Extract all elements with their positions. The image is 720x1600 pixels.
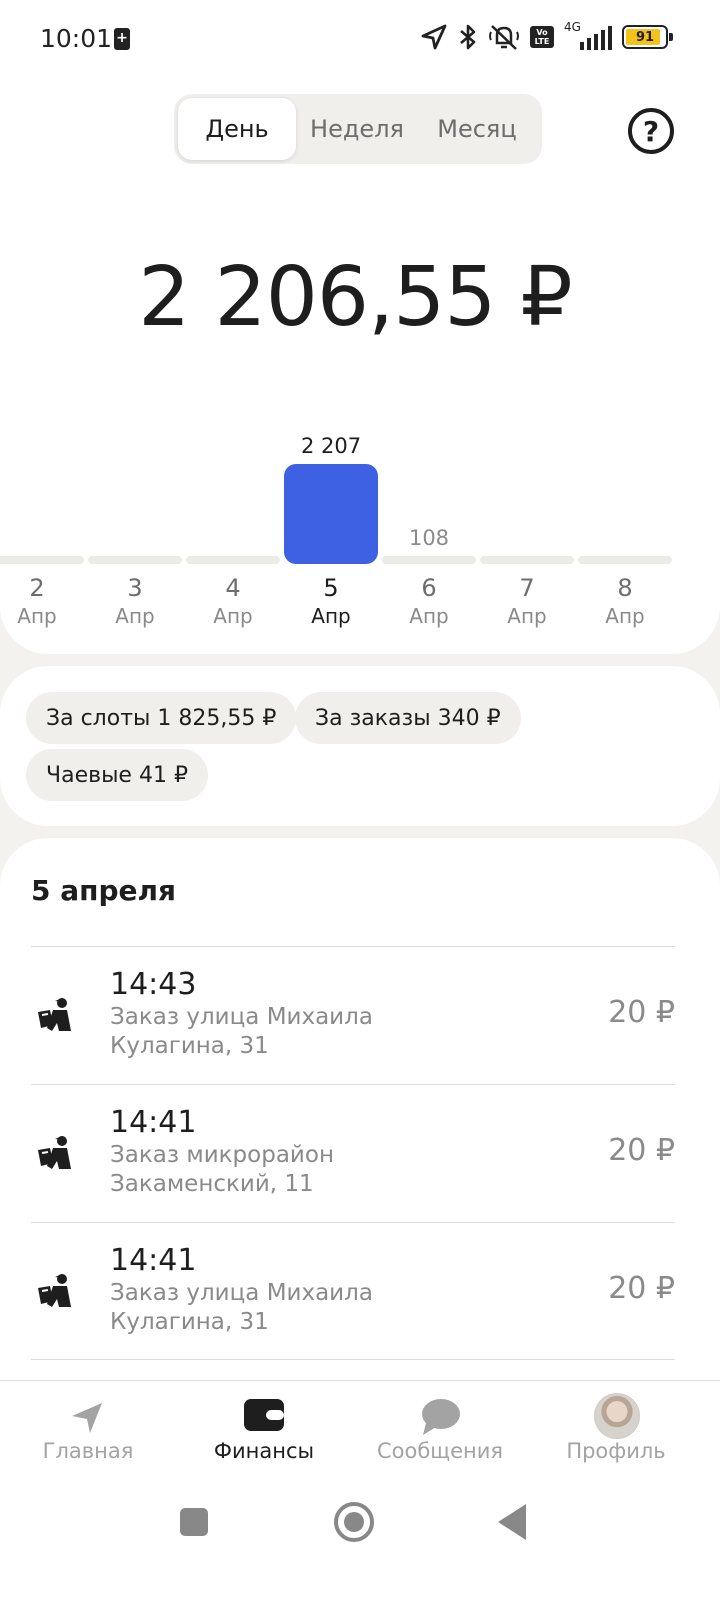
chart-day-label: 3 (127, 574, 143, 602)
chart-day-label: 5 (323, 574, 339, 602)
list-item[interactable]: 14:41 Заказ микрорайон Закаменский, 11 20… (31, 1084, 675, 1222)
courier-icon (38, 1136, 71, 1169)
chart-day-label: 8 (617, 574, 633, 602)
item-address: Заказ улица Михаила Кулагина, 31 (110, 1003, 430, 1061)
courier-icon (38, 1274, 71, 1307)
chart-month-label: Апр (409, 604, 449, 628)
chart-column-3[interactable]: 3 Апр (88, 440, 182, 640)
chart-month-label: Апр (115, 604, 155, 628)
item-address-line2: Кулагина, 31 (110, 1033, 269, 1059)
chart-column-8[interactable]: 8 Апр (578, 440, 672, 640)
nav-profile[interactable]: Профиль (528, 1381, 704, 1481)
signal-icon: 4G (564, 20, 612, 50)
nav-finance-label: Финансы (213, 1439, 315, 1463)
tab-month[interactable]: Месяц (418, 98, 536, 160)
item-address-line1: Заказ улица Михаила (110, 1280, 373, 1306)
chart-month-label: Апр (17, 604, 57, 628)
wallet-icon (244, 1399, 284, 1431)
chart-bar (382, 556, 476, 564)
nav-finance[interactable]: Финансы (176, 1381, 352, 1481)
chat-bubble-icon (422, 1399, 460, 1435)
period-selector: День Неделя Месяц (174, 94, 542, 164)
chart-bar (88, 556, 182, 564)
system-navigation-bar (0, 1480, 720, 1600)
nav-home[interactable]: Главная (0, 1381, 176, 1481)
tab-week[interactable]: Неделя (296, 98, 418, 160)
item-address: Заказ улица Михаила Кулагина, 31 (110, 1279, 430, 1337)
nav-messages-label: Сообщения (376, 1439, 504, 1463)
item-time: 14:43 (110, 967, 197, 1002)
chart-value-label: 2 207 (300, 434, 362, 458)
chart-column-6[interactable]: 108 6 Апр (382, 440, 476, 640)
chart-column-5[interactable]: 2 207 5 Апр (284, 434, 378, 640)
chart-day-label: 7 (519, 574, 535, 602)
chart-column-2[interactable]: 2 Апр (0, 440, 84, 640)
chart-bar (578, 556, 672, 564)
item-address: Заказ микрорайон Закаменский, 11 (110, 1141, 430, 1199)
network-label: 4G (564, 20, 581, 34)
item-address-line2: Закаменский, 11 (110, 1171, 314, 1197)
total-earnings: 2 206,55 ₽ (138, 250, 572, 345)
battery-icon: 91 (622, 25, 673, 49)
list-item[interactable]: 14:43 Заказ улица Михаила Кулагина, 31 20… (31, 946, 675, 1084)
transactions-card: 5 апреля 14:43 Заказ улица Михаила Кулаги… (0, 838, 720, 1398)
muted-bell-icon (489, 25, 519, 50)
chip-orders[interactable]: За заказы 340 ₽ (295, 692, 521, 744)
status-icons: Vo LTE 4G 91 (420, 20, 673, 52)
list-item[interactable]: 14:41 Заказ улица Михаила Кулагина, 31 20… (31, 1222, 675, 1360)
status-bar: 10:01 Vo LTE 4G 91 (0, 0, 720, 80)
item-time: 14:41 (110, 1105, 197, 1140)
daily-earnings-chart: 2 Апр 3 Апр 4 Апр 2 207 5 Апр 108 6 Апр 7 Апр 8 Апр (0, 434, 720, 640)
nav-messages[interactable]: Сообщения (352, 1381, 528, 1481)
navigation-arrow-icon (72, 1403, 102, 1433)
item-amount: 20 ₽ (608, 1271, 675, 1306)
tab-day[interactable]: День (178, 98, 296, 160)
chart-month-label: Апр (507, 604, 547, 628)
earnings-summary-card: День Неделя Месяц ? 2 206,55 ₽ 2 Апр 3 Апр 4… (0, 80, 720, 654)
item-amount: 20 ₽ (608, 1133, 675, 1168)
chart-month-label: Апр (605, 604, 645, 628)
item-address-line1: Заказ улица Михаила (110, 1004, 373, 1030)
bluetooth-icon (460, 24, 476, 50)
chart-day-label: 4 (225, 574, 241, 602)
chart-column-7[interactable]: 7 Апр (480, 440, 574, 640)
battery-level: 91 (635, 29, 655, 45)
item-address-line2: Кулагина, 31 (110, 1309, 269, 1335)
chip-slots[interactable]: За слоты 1 825,55 ₽ (26, 692, 297, 744)
volte-icon: Vo LTE (530, 26, 554, 48)
recent-apps-icon[interactable] (180, 1508, 208, 1536)
chart-bar (284, 464, 378, 564)
chart-value-label: 108 (408, 526, 450, 550)
back-icon[interactable] (498, 1504, 526, 1540)
item-address-line1: Заказ микрорайон (110, 1142, 334, 1168)
chart-day-label: 6 (421, 574, 437, 602)
chart-month-label: Апр (213, 604, 253, 628)
chart-bar (480, 556, 574, 564)
bottom-navigation: Главная Финансы Сообщения Профиль (0, 1380, 720, 1480)
item-time: 14:41 (110, 1243, 197, 1278)
chart-bar (186, 556, 280, 564)
chart-column-4[interactable]: 4 Апр (186, 440, 280, 640)
nav-profile-label: Профиль (566, 1439, 666, 1463)
avatar (594, 1393, 640, 1439)
chart-day-label: 2 (29, 574, 45, 602)
breakdown-card: За слоты 1 825,55 ₽ За заказы 340 ₽ Чаев… (0, 666, 720, 826)
courier-icon (38, 998, 71, 1031)
chart-month-label: Апр (311, 604, 351, 628)
home-icon[interactable] (334, 1502, 374, 1542)
chip-tips[interactable]: Чаевые 41 ₽ (26, 749, 208, 801)
battery-saver-icon (114, 28, 130, 50)
chart-bar (0, 556, 84, 564)
list-date-title: 5 апреля (31, 874, 176, 907)
nav-home-label: Главная (42, 1439, 134, 1463)
status-time: 10:01 (40, 24, 113, 53)
item-amount: 20 ₽ (608, 995, 675, 1030)
location-arrow-icon (421, 24, 447, 50)
help-icon[interactable]: ? (628, 108, 674, 154)
